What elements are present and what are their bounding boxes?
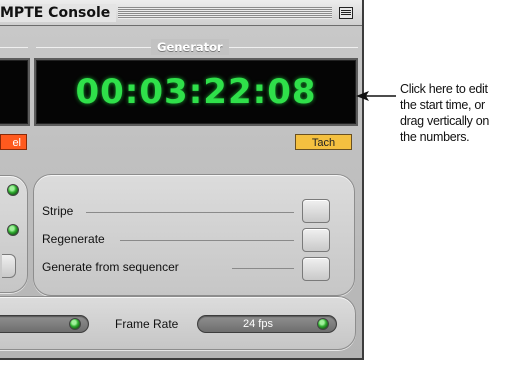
generator-timecode[interactable]: 00:03:22:08 (36, 60, 356, 124)
bottom-options-panel: Frame Rate 24 fps (0, 296, 356, 350)
title-bar[interactable]: MPTE Console (0, 0, 362, 26)
callout-arrow-icon (356, 91, 396, 101)
tach-button-label: Tach (311, 137, 336, 149)
tach-button[interactable]: Tach (295, 134, 352, 150)
reader-option-3-button[interactable] (2, 254, 16, 278)
generate-from-sequencer-label: Generate from sequencer (42, 260, 179, 274)
regenerate-button[interactable] (302, 228, 330, 252)
frame-rate-label: Frame Rate (115, 317, 179, 331)
stripe-leader-line (86, 212, 294, 213)
regenerate-label: Regenerate (42, 232, 105, 246)
reader-cancel-button[interactable]: el (0, 134, 27, 150)
regenerate-leader-line (120, 240, 294, 241)
callout-line-3: drag vertically on (400, 114, 490, 128)
callout-line-2: the start time, or (400, 98, 485, 112)
callout-line-4: the numbers. (400, 130, 470, 144)
generator-start-time-display[interactable]: 00:03:22:08 (34, 58, 358, 126)
callout-annotation: Click here to edit the start time, or dr… (400, 81, 508, 145)
stripe-button[interactable] (302, 199, 330, 223)
stripe-panel: Stripe Regenerate Generate from sequence… (33, 174, 355, 296)
stripe-label: Stripe (42, 204, 74, 218)
generate-from-sequencer-leader-line (232, 268, 294, 269)
reader-section-line (0, 47, 28, 48)
reader-option-1-led-icon[interactable] (7, 184, 19, 196)
frame-rate-value: 24 fps (243, 318, 273, 330)
reader-cancel-button-label: el (12, 137, 21, 149)
generate-from-sequencer-button[interactable] (302, 257, 330, 281)
console-content: Generator 00:03:22:08 el Tach Stripe Reg… (0, 26, 362, 358)
frame-rate-popup[interactable]: 24 fps (197, 315, 337, 333)
smpte-console-window: MPTE Console Generator 00:03:22:08 el Ta… (0, 0, 364, 360)
window-collapse-button[interactable] (339, 7, 353, 19)
left-popup-led-icon (69, 318, 81, 330)
window-title: MPTE Console (0, 4, 117, 22)
generator-section-title: Generator (151, 39, 229, 55)
frame-rate-led-icon (317, 318, 329, 330)
reader-lcd-display[interactable] (0, 58, 30, 126)
callout-line-1: Click here to edit (400, 82, 488, 96)
title-bar-stripes (118, 7, 332, 19)
reader-option-2-led-icon[interactable] (7, 224, 19, 236)
